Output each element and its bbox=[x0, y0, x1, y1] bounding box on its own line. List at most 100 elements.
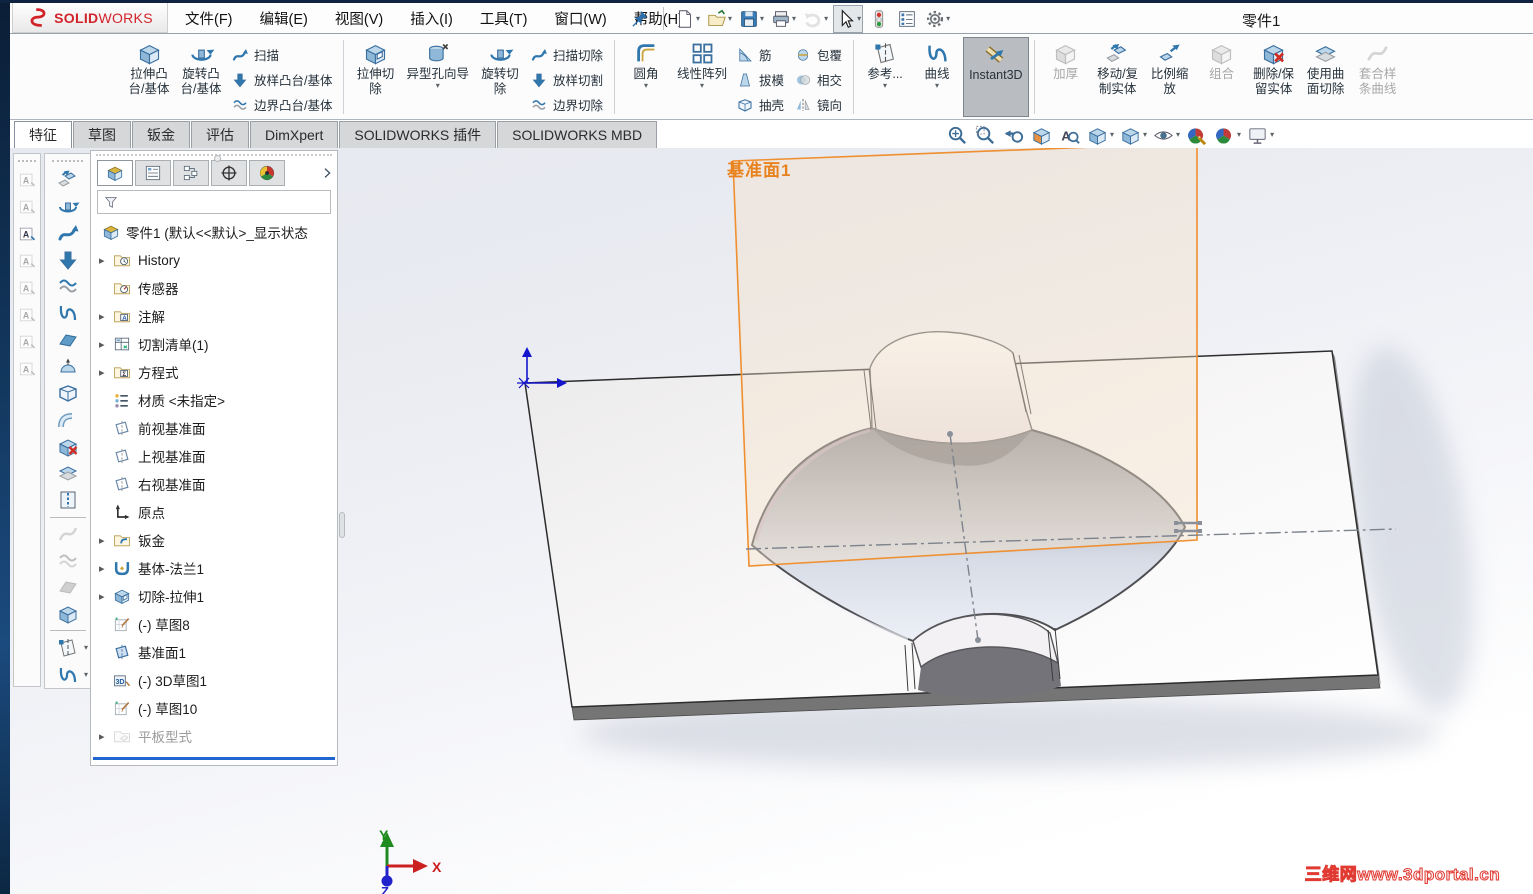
instant3d-button[interactable]: Instant3D bbox=[963, 37, 1029, 117]
tree-item-5[interactable]: 材质 <未指定> bbox=[91, 386, 337, 414]
reference-plane-button[interactable]: ▾ bbox=[45, 634, 90, 661]
curve-tool-button[interactable]: ▾ bbox=[45, 661, 90, 688]
datum-plane-label[interactable]: 基准面1 bbox=[727, 156, 791, 181]
extend-surface-button[interactable] bbox=[45, 380, 90, 407]
tree-item-17[interactable]: ▸平板型式 bbox=[91, 722, 337, 750]
dynamic-annotation-views-button[interactable]: A bbox=[1057, 123, 1082, 148]
dropdown-caret-icon[interactable]: ▾ bbox=[436, 82, 440, 90]
configurationmanager-tab[interactable] bbox=[173, 160, 209, 186]
dropdown-caret-icon[interactable]: ▾ bbox=[728, 15, 732, 23]
move-copy-body-button[interactable]: 移动/复制实体 bbox=[1092, 37, 1144, 117]
featuremanager-tab[interactable] bbox=[97, 160, 133, 186]
tab-solidworks-addins[interactable]: SOLIDWORKS 插件 bbox=[339, 121, 496, 148]
dropdown-caret-icon[interactable]: ▾ bbox=[84, 671, 88, 679]
auto-balloon-button[interactable]: A bbox=[14, 247, 40, 274]
dropdown-caret-icon[interactable]: ▾ bbox=[84, 644, 88, 652]
datum-feature-button[interactable]: A bbox=[14, 355, 40, 382]
dome-feature-button[interactable] bbox=[45, 353, 90, 380]
panel-collapse-dot[interactable] bbox=[214, 155, 221, 162]
solid-body-button[interactable] bbox=[45, 601, 90, 628]
dropdown-caret-icon[interactable]: ▾ bbox=[700, 82, 704, 90]
surface-finish-button[interactable]: A bbox=[14, 274, 40, 301]
draft-button[interactable]: 拔模 bbox=[732, 67, 790, 92]
extruded-cut-button[interactable]: 拉伸切除 bbox=[349, 37, 401, 117]
datum-plane-fill[interactable] bbox=[733, 148, 1197, 566]
dropdown-caret-icon[interactable]: ▾ bbox=[935, 82, 939, 90]
cut-with-surface-button[interactable]: 使用曲面切除 bbox=[1300, 37, 1352, 117]
tab-sketch[interactable]: 草图 bbox=[73, 121, 131, 148]
tree-filter-input[interactable] bbox=[97, 190, 331, 214]
open-document-button[interactable]: ▾ bbox=[705, 5, 733, 33]
rib-button[interactable]: 筋 bbox=[732, 42, 790, 67]
tab-sheet-metal[interactable]: 钣金 bbox=[132, 121, 190, 148]
lofted-cut-button[interactable]: 放样切割 bbox=[526, 67, 609, 92]
sweep-feature-button[interactable] bbox=[45, 219, 90, 246]
hole-wizard-button[interactable]: 异型孔向导▾ bbox=[401, 37, 474, 117]
edit-appearance-button[interactable] bbox=[1184, 123, 1209, 148]
view-orientation-button[interactable]: ▾ bbox=[1085, 123, 1115, 148]
expand-arrow-icon[interactable]: ▸ bbox=[99, 310, 112, 323]
geometric-tolerance-button[interactable]: A bbox=[14, 328, 40, 355]
boundary-feature-button[interactable] bbox=[45, 273, 90, 300]
boundary-boss-base-button[interactable]: 边界凸台/基体 bbox=[227, 92, 338, 117]
menu-item-4[interactable]: 工具(T) bbox=[480, 8, 528, 29]
bend-feature-button[interactable] bbox=[45, 407, 90, 434]
tab-features[interactable]: 特征 bbox=[14, 121, 72, 148]
dropdown-caret-icon[interactable]: ▾ bbox=[644, 82, 648, 90]
wrap-button[interactable]: 包覆 bbox=[790, 42, 848, 67]
previous-view-button[interactable] bbox=[1001, 123, 1026, 148]
dropdown-caret-icon[interactable]: ▾ bbox=[1237, 131, 1241, 139]
expand-arrow-icon[interactable]: ▸ bbox=[99, 338, 112, 351]
rebuild-button[interactable] bbox=[867, 5, 891, 33]
swept-flange-button[interactable] bbox=[45, 166, 90, 193]
panel-splitter[interactable] bbox=[338, 150, 346, 766]
expand-arrow-icon[interactable]: ▸ bbox=[99, 366, 112, 379]
display-style-button[interactable]: ▾ bbox=[1118, 123, 1148, 148]
swept-boss-base-button[interactable]: 扫描 bbox=[227, 42, 338, 67]
dropdown-caret-icon[interactable]: ▾ bbox=[946, 15, 950, 23]
tree-item-12[interactable]: ▸切除-拉伸1 bbox=[91, 582, 337, 610]
mirror-button[interactable]: 镜向 bbox=[790, 92, 848, 117]
tree-item-11[interactable]: ▸基体-法兰1 bbox=[91, 554, 337, 582]
weld-symbol-button[interactable]: A bbox=[14, 301, 40, 328]
tree-item-6[interactable]: 前视基准面 bbox=[91, 414, 337, 442]
dropdown-caret-icon[interactable]: ▾ bbox=[857, 15, 861, 23]
new-document-button[interactable]: ▾ bbox=[673, 5, 701, 33]
expand-arrow-icon[interactable]: ▸ bbox=[99, 534, 112, 547]
select-button[interactable]: ▾ bbox=[833, 5, 863, 33]
dropdown-caret-icon[interactable]: ▾ bbox=[1143, 131, 1147, 139]
dropdown-caret-icon[interactable]: ▾ bbox=[1110, 131, 1114, 139]
menu-item-1[interactable]: 编辑(E) bbox=[260, 8, 308, 29]
tab-evaluate[interactable]: 评估 bbox=[191, 121, 249, 148]
balloon-tool-button[interactable]: A bbox=[14, 193, 40, 220]
propertymanager-tab[interactable] bbox=[135, 160, 171, 186]
linear-pattern-button[interactable]: 线性阵列▾ bbox=[672, 37, 732, 117]
dropdown-caret-icon[interactable]: ▾ bbox=[1176, 131, 1180, 139]
undo-button[interactable]: ▾ bbox=[801, 5, 829, 33]
planar-surface-button[interactable] bbox=[45, 326, 90, 353]
loft-feature-button[interactable] bbox=[45, 246, 90, 273]
zoom-to-area-button[interactable] bbox=[973, 123, 998, 148]
lofted-boss-base-button[interactable]: 放样凸台/基体 bbox=[227, 67, 338, 92]
tree-item-15[interactable]: 3D(-) 3D草图1 bbox=[91, 666, 337, 694]
freeform-feature-button[interactable] bbox=[45, 300, 90, 327]
view-settings-button[interactable]: ▾ bbox=[1245, 123, 1275, 148]
dropdown-caret-icon[interactable]: ▾ bbox=[824, 15, 828, 23]
print-button[interactable]: ▾ bbox=[769, 5, 797, 33]
section-view-button[interactable] bbox=[1029, 123, 1054, 148]
format-painter-button[interactable]: A bbox=[14, 220, 40, 247]
delete-keep-body-button[interactable]: 删除/保留实体 bbox=[1248, 37, 1300, 117]
shell-button[interactable]: 抽壳 bbox=[732, 92, 790, 117]
tree-item-13[interactable]: (-) 草图8 bbox=[91, 610, 337, 638]
dropdown-caret-icon[interactable]: ▾ bbox=[883, 82, 887, 90]
tree-item-4[interactable]: ▸Σ方程式 bbox=[91, 358, 337, 386]
splitter-grip[interactable] bbox=[339, 512, 345, 538]
mid-surface-button[interactable] bbox=[45, 460, 90, 487]
swept-cut-button[interactable]: 扫描切除 bbox=[526, 42, 609, 67]
tab-solidworks-mbd[interactable]: SOLIDWORKS MBD bbox=[497, 121, 657, 148]
dropdown-caret-icon[interactable]: ▾ bbox=[760, 15, 764, 23]
delete-body-button[interactable] bbox=[45, 433, 90, 460]
hide-show-items-button[interactable]: ▾ bbox=[1151, 123, 1181, 148]
tab-dimxpert[interactable]: DimXpert bbox=[250, 121, 338, 148]
fillet-button[interactable]: 圆角▾ bbox=[620, 37, 672, 117]
